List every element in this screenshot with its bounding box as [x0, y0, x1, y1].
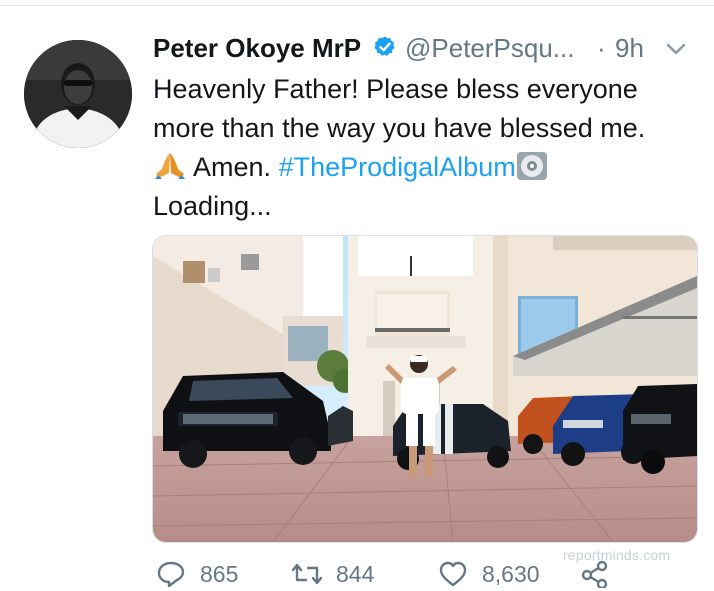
photo-mansion-cars — [153, 236, 697, 542]
cd-disc-emoji — [516, 152, 547, 180]
reply-button[interactable]: 865 — [156, 560, 238, 588]
chevron-down-icon[interactable] — [663, 36, 689, 62]
reply-count: 865 — [200, 560, 239, 587]
avatar[interactable] — [24, 40, 132, 148]
retweet-button[interactable]: 844 — [292, 560, 374, 588]
retweet-icon — [292, 563, 322, 585]
tweet-line-2: more than the way you have blessed me. — [153, 113, 646, 143]
heart-icon — [439, 561, 467, 587]
like-button[interactable]: 8,630 — [438, 560, 540, 588]
hashtag-link[interactable]: #TheProdigalAlbum — [279, 152, 516, 182]
folded-hands-emoji — [155, 153, 185, 179]
share-icon — [581, 560, 608, 588]
handle[interactable]: @PeterPsqu... — [405, 33, 574, 64]
tweet-text: Heavenly Father! Please bless everyone m… — [153, 70, 693, 226]
amen-text: Amen. — [193, 152, 272, 182]
tweet-actions: 865 844 8,630 — [152, 560, 712, 591]
verified-badge-icon — [374, 36, 395, 56]
display-name[interactable]: Peter Okoye MrP — [153, 33, 361, 64]
like-count: 8,630 — [482, 560, 540, 587]
retweet-count: 844 — [336, 560, 375, 587]
separator-dot: · — [597, 33, 606, 63]
tweet-photo[interactable] — [152, 235, 698, 543]
tweet-header: Peter Okoye MrP @PeterPsqu... · 9h — [153, 30, 698, 66]
avatar-photo — [24, 40, 132, 148]
tweet-line-3: Amen. #TheProdigalAlbum — [153, 148, 693, 187]
share-button[interactable] — [580, 560, 610, 588]
top-divider — [0, 0, 714, 12]
reply-icon — [157, 561, 185, 588]
tweet-line-4: Loading... — [153, 191, 272, 221]
tweet-line-1: Heavenly Father! Please bless everyone — [153, 74, 638, 104]
timestamp[interactable]: 9h — [615, 33, 644, 64]
